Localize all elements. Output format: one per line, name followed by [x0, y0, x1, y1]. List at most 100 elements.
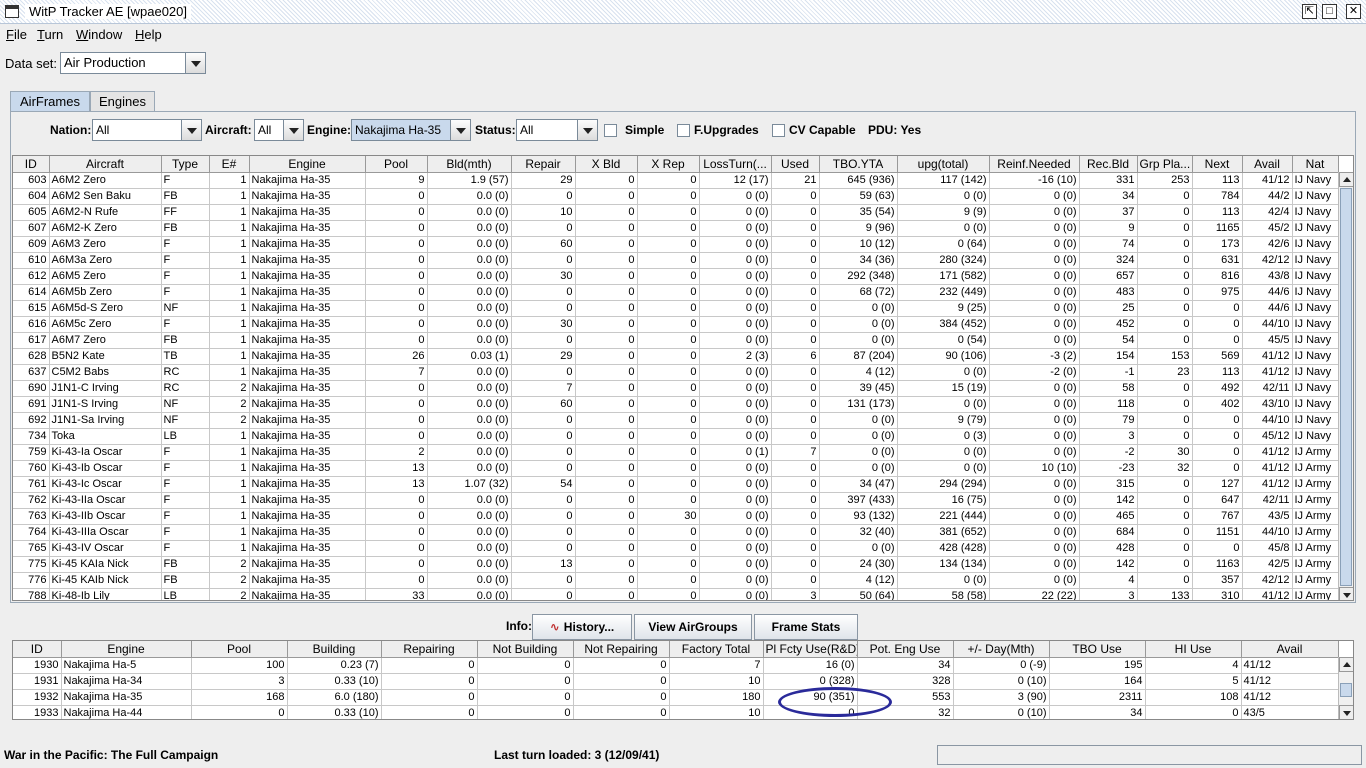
table-row[interactable]: 690 J1N1-C Irving RC 2 Nakajima Ha-35 0 0.0 (0…: [13, 380, 1339, 397]
column-header[interactable]: E#: [209, 156, 250, 173]
table-row[interactable]: 637 C5M2 Babs RC 1 Nakajima Ha-35 7 0.0 (0) 0 0 0…: [13, 364, 1339, 381]
table-row[interactable]: 1930 Nakajima Ha-5 100 0.23 (7) 0 0 0 7 16 (0) 34…: [13, 657, 1339, 674]
column-header[interactable]: Nat: [1292, 156, 1339, 173]
table-row[interactable]: 775 Ki-45 KAIa Nick FB 2 Nakajima Ha-35 0 0.0 …: [13, 556, 1339, 573]
column-header[interactable]: Bld(mth): [427, 156, 512, 173]
table-row[interactable]: 617 A6M7 Zero FB 1 Nakajima Ha-35 0 0.0 (0) 0 0 0…: [13, 332, 1339, 349]
column-header[interactable]: LossTurn(...: [699, 156, 772, 173]
column-header[interactable]: Pot. Eng Use: [857, 641, 954, 658]
table-row[interactable]: 1933 Nakajima Ha-44 0 0.33 (10) 0 0 0 10 0 32 0 (1…: [13, 705, 1339, 719]
maximize-icon[interactable]: □: [1322, 4, 1337, 19]
table-row[interactable]: 607 A6M2-K Zero FB 1 Nakajima Ha-35 0 0.0 (0) 0…: [13, 220, 1339, 237]
table-row[interactable]: 1932 Nakajima Ha-35 168 6.0 (180) 0 0 0 180 90 (…: [13, 689, 1339, 706]
tab-engines[interactable]: Engines: [90, 91, 155, 112]
column-header[interactable]: Engine: [61, 641, 192, 658]
table-row[interactable]: 776 Ki-45 KAIb Nick FB 2 Nakajima Ha-35 0 0.0 …: [13, 572, 1339, 589]
column-header[interactable]: Aircraft: [49, 156, 162, 173]
scroll-thumb[interactable]: [1340, 683, 1352, 697]
column-header[interactable]: Not Building: [477, 641, 574, 658]
table-row[interactable]: 759 Ki-43-Ia Oscar F 1 Nakajima Ha-35 2 0.0 (0…: [13, 444, 1339, 461]
simple-checkbox[interactable]: [604, 124, 617, 137]
table-row[interactable]: 1931 Nakajima Ha-34 3 0.33 (10) 0 0 0 10 0 (328)…: [13, 673, 1339, 690]
column-header[interactable]: TBO Use: [1049, 641, 1146, 658]
scroll-up-icon[interactable]: [1339, 657, 1353, 672]
menu-file[interactable]: File: [6, 27, 27, 42]
history-button[interactable]: ∿ History...: [532, 614, 632, 640]
table-row[interactable]: 628 B5N2 Kate TB 1 Nakajima Ha-35 26 0.03 (1) 2…: [13, 348, 1339, 365]
menu-turn[interactable]: Turn: [37, 27, 63, 42]
status-select[interactable]: All: [516, 119, 598, 141]
scroll-thumb[interactable]: [1340, 188, 1352, 586]
table-row[interactable]: 691 J1N1-S Irving NF 2 Nakajima Ha-35 0 0.0 (0…: [13, 396, 1339, 413]
column-header[interactable]: Grp Pla...: [1137, 156, 1193, 173]
table-row[interactable]: 761 Ki-43-Ic Oscar F 1 Nakajima Ha-35 13 1.07 …: [13, 476, 1339, 493]
column-header[interactable]: +/- Day(Mth): [953, 641, 1050, 658]
chevron-down-icon[interactable]: [185, 53, 205, 73]
table-row[interactable]: 604 A6M2 Sen Baku FB 1 Nakajima Ha-35 0 0.0 (0…: [13, 188, 1339, 205]
column-header[interactable]: Repairing: [381, 641, 478, 658]
column-header[interactable]: Factory Total: [669, 641, 764, 658]
table-row[interactable]: 610 A6M3a Zero F 1 Nakajima Ha-35 0 0.0 (0) 0 0 0…: [13, 252, 1339, 269]
column-header[interactable]: Used: [771, 156, 820, 173]
table-row[interactable]: 760 Ki-43-Ib Oscar F 1 Nakajima Ha-35 13 0.0 (…: [13, 460, 1339, 477]
table-row[interactable]: 616 A6M5c Zero F 1 Nakajima Ha-35 0 0.0 (0) 30 0…: [13, 316, 1339, 333]
airframes-scrollbar[interactable]: [1338, 172, 1353, 600]
table-cell: 767: [1192, 508, 1243, 525]
column-header[interactable]: Avail: [1241, 641, 1339, 658]
table-row[interactable]: 609 A6M3 Zero F 1 Nakajima Ha-35 0 0.0 (0) 60 0 0…: [13, 236, 1339, 253]
column-header[interactable]: Rec.Bld: [1079, 156, 1138, 173]
column-header[interactable]: Reinf.Needed: [989, 156, 1080, 173]
restore-icon[interactable]: ⇱: [1302, 4, 1317, 19]
engines-scrollbar[interactable]: [1338, 657, 1353, 719]
column-header[interactable]: HI Use: [1145, 641, 1242, 658]
column-header[interactable]: Type: [161, 156, 210, 173]
aircraft-select[interactable]: All: [254, 119, 304, 141]
column-header[interactable]: upg(total): [897, 156, 990, 173]
table-row[interactable]: 603 A6M2 Zero F 1 Nakajima Ha-35 9 1.9 (57) 29 0…: [13, 172, 1339, 189]
column-header[interactable]: ID: [13, 156, 50, 173]
close-icon[interactable]: ✕: [1346, 4, 1361, 19]
column-header[interactable]: Pl Fcty Use(R&D): [763, 641, 858, 658]
column-header[interactable]: Pool: [191, 641, 288, 658]
column-header[interactable]: X Rep: [637, 156, 700, 173]
table-row[interactable]: 614 A6M5b Zero F 1 Nakajima Ha-35 0 0.0 (0) 0 0 0…: [13, 284, 1339, 301]
scroll-down-icon[interactable]: [1339, 587, 1353, 600]
column-header[interactable]: X Bld: [575, 156, 638, 173]
column-header[interactable]: Building: [287, 641, 382, 658]
tab-airframes[interactable]: AirFrames: [10, 91, 90, 113]
column-header[interactable]: Not Repairing: [573, 641, 670, 658]
menu-window[interactable]: Window: [76, 27, 122, 42]
chevron-down-icon[interactable]: [450, 120, 470, 140]
table-row[interactable]: 763 Ki-43-IIb Oscar F 1 Nakajima Ha-35 0 0.0 (…: [13, 508, 1339, 525]
table-row[interactable]: 692 J1N1-Sa Irving NF 2 Nakajima Ha-35 0 0.0 (…: [13, 412, 1339, 429]
view-airgroups-button[interactable]: View AirGroups: [634, 614, 752, 640]
nation-select[interactable]: All: [92, 119, 202, 141]
column-header[interactable]: TBO.YTA: [819, 156, 898, 173]
chevron-down-icon[interactable]: [577, 120, 597, 140]
cv-capable-checkbox[interactable]: [772, 124, 785, 137]
fupgrades-checkbox[interactable]: [677, 124, 690, 137]
scroll-up-icon[interactable]: [1339, 172, 1353, 187]
table-row[interactable]: 605 A6M2-N Rufe FF 1 Nakajima Ha-35 0 0.0 (0) 1…: [13, 204, 1339, 221]
chevron-down-icon[interactable]: [181, 120, 201, 140]
engine-select[interactable]: Nakajima Ha-35: [351, 119, 471, 141]
scroll-down-icon[interactable]: [1339, 705, 1353, 719]
table-row[interactable]: 615 A6M5d-S Zero NF 1 Nakajima Ha-35 0 0.0 (0)…: [13, 300, 1339, 317]
table-row[interactable]: 764 Ki-43-IIIa Oscar F 1 Nakajima Ha-35 0 0.0 …: [13, 524, 1339, 541]
menu-help[interactable]: Help: [135, 27, 162, 42]
table-row[interactable]: 765 Ki-43-IV Oscar F 1 Nakajima Ha-35 0 0.0 (0…: [13, 540, 1339, 557]
table-cell: 37: [1079, 204, 1138, 221]
dataset-select[interactable]: Air Production: [60, 52, 206, 74]
table-row[interactable]: 734 Toka LB 1 Nakajima Ha-35 0 0.0 (0) 0 0 0 0 (0)…: [13, 428, 1339, 445]
column-header[interactable]: Next: [1192, 156, 1243, 173]
column-header[interactable]: Pool: [365, 156, 428, 173]
table-row[interactable]: 612 A6M5 Zero F 1 Nakajima Ha-35 0 0.0 (0) 30 0 0…: [13, 268, 1339, 285]
column-header[interactable]: Repair: [511, 156, 576, 173]
frame-stats-button[interactable]: Frame Stats: [754, 614, 858, 640]
table-row[interactable]: 788 Ki-48-Ib Lily LB 2 Nakajima Ha-35 33 0.0 (…: [13, 588, 1339, 600]
table-row[interactable]: 762 Ki-43-IIa Oscar F 1 Nakajima Ha-35 0 0.0 (…: [13, 492, 1339, 509]
column-header[interactable]: ID: [13, 641, 62, 658]
chevron-down-icon[interactable]: [283, 120, 303, 140]
column-header[interactable]: Engine: [249, 156, 366, 173]
column-header[interactable]: Avail: [1242, 156, 1293, 173]
